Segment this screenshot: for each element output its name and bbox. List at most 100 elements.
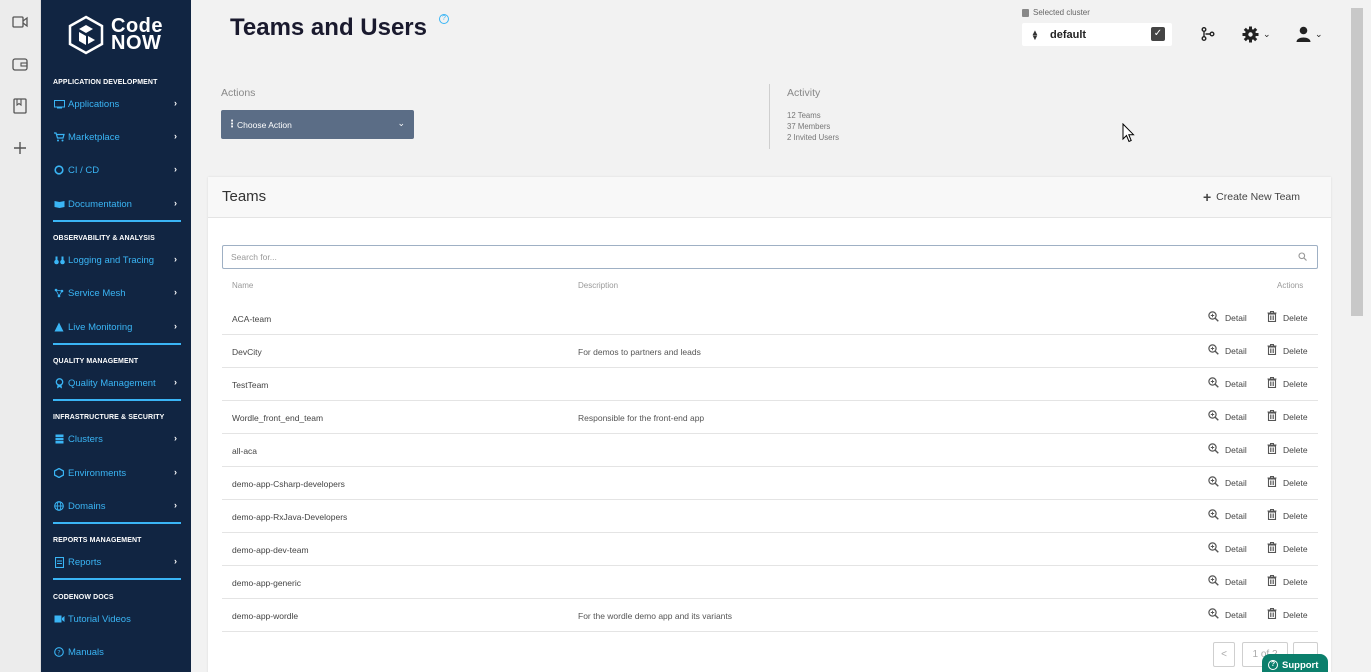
sidebar-item-environments[interactable]: Environments › [53, 465, 179, 481]
section-application-development: APPLICATION DEVELOPMENT [53, 79, 158, 86]
sidebar-item-logging-tracing[interactable]: Logging and Tracing › [53, 252, 179, 268]
search-input[interactable]: Search for... [222, 245, 1318, 269]
detail-label: Detail [1225, 477, 1247, 488]
panel-title: Teams [222, 188, 267, 205]
chevron-right-icon: › [174, 164, 177, 174]
detail-button[interactable]: Detail [1208, 311, 1247, 324]
checkbox-icon[interactable]: ✓ [1151, 27, 1165, 41]
table-row[interactable]: demo-app-RxJava-Developers Detail Delete [222, 500, 1318, 533]
sidebar-item-manuals[interactable]: ? Manuals [53, 644, 179, 660]
sidebar-item-domains[interactable]: Domains › [53, 498, 179, 514]
team-name: demo-app-wordle [232, 611, 299, 621]
sidebar: Code NOW APPLICATION DEVELOPMENT Applica… [41, 0, 191, 672]
detail-button[interactable]: Detail [1208, 575, 1247, 588]
chevron-right-icon: › [174, 98, 177, 108]
team-name: Wordle_front_end_team [232, 413, 324, 423]
sidebar-item-applications[interactable]: Applications › [53, 96, 179, 112]
delete-button[interactable]: Delete [1267, 509, 1308, 522]
scrollbar-thumb[interactable] [1351, 8, 1363, 316]
help-icon[interactable]: ? [439, 14, 449, 24]
sidebar-item-label: CI / CD [68, 164, 100, 176]
column-header-description[interactable]: Description [578, 281, 618, 290]
sidebar-item-live-monitoring[interactable]: Live Monitoring › [53, 319, 179, 335]
team-name: all-aca [232, 446, 258, 456]
table-row[interactable]: Wordle_front_end_team Responsible for the… [222, 401, 1318, 434]
sidebar-item-service-mesh[interactable]: Service Mesh › [53, 285, 179, 301]
column-header-name[interactable]: Name [232, 281, 253, 290]
create-new-team-button[interactable]: + Create New Team [1203, 190, 1300, 204]
trash-icon [1267, 575, 1283, 588]
detail-button[interactable]: Detail [1208, 377, 1247, 390]
team-name: DevCity [232, 347, 262, 357]
delete-button[interactable]: Delete [1267, 377, 1308, 390]
sidebar-item-tutorial-videos[interactable]: Tutorial Videos [53, 611, 179, 627]
team-name: TestTeam [232, 380, 269, 390]
chevron-right-icon: › [174, 287, 177, 297]
chevron-down-icon: ⌄ [1263, 28, 1271, 39]
detail-button[interactable]: Detail [1208, 542, 1247, 555]
user-icon [1296, 26, 1311, 42]
detail-button[interactable]: Detail [1208, 410, 1247, 423]
detail-button[interactable]: Detail [1208, 476, 1247, 489]
table-row[interactable]: DevCity For demos to partners and leads De… [222, 335, 1318, 368]
bookmark-book-icon[interactable] [11, 97, 29, 115]
sidebar-item-clusters[interactable]: Clusters › [53, 431, 179, 447]
delete-button[interactable]: Delete [1267, 311, 1308, 324]
table-row[interactable]: demo-app-Csharp-developers Detail Delete [222, 467, 1318, 500]
cluster-label: Selected cluster [1022, 8, 1090, 17]
plus-icon[interactable] [11, 139, 29, 157]
delete-button[interactable]: Delete [1267, 542, 1308, 555]
table-row[interactable]: demo-app-dev-team Detail Delete [222, 533, 1318, 566]
sidebar-item-marketplace[interactable]: Marketplace › [53, 129, 179, 145]
sidebar-item-reports[interactable]: Reports › [53, 554, 179, 570]
delete-button[interactable]: Delete [1267, 575, 1308, 588]
detail-label: Detail [1225, 378, 1247, 389]
delete-button[interactable]: Delete [1267, 443, 1308, 456]
detail-label: Detail [1225, 312, 1247, 323]
team-description: For the wordle demo app and its variants [578, 611, 733, 621]
magnify-icon [1208, 311, 1225, 324]
user-menu[interactable]: ⌄ [1296, 24, 1323, 44]
detail-button[interactable]: Detail [1208, 608, 1247, 621]
support-button[interactable]: ? Support [1262, 654, 1328, 672]
sidebar-item-label: Tutorial Videos [68, 613, 131, 625]
teams-panel: Teams + Create New Team Search for... Na… [208, 177, 1331, 672]
delete-label: Delete [1283, 411, 1308, 422]
trash-icon [1267, 542, 1283, 555]
table-row[interactable]: demo-app-wordle For the wordle demo app a… [222, 599, 1318, 632]
detail-button[interactable]: Detail [1208, 509, 1247, 522]
pagination-prev-button[interactable]: < [1213, 642, 1235, 667]
video-camera-icon[interactable] [11, 13, 29, 31]
codenow-logo-icon [68, 15, 104, 55]
chevron-right-icon: › [174, 467, 177, 477]
detail-label: Detail [1225, 510, 1247, 521]
scrollbar[interactable] [1349, 0, 1363, 672]
table-row[interactable]: demo-app-generic Detail Delete [222, 566, 1318, 599]
codenow-logo[interactable]: Code NOW [67, 14, 167, 56]
delete-button[interactable]: Delete [1267, 410, 1308, 423]
sidebar-item-label: Applications [68, 98, 120, 110]
choose-action-label: Choose Action [237, 119, 292, 130]
trash-icon [1267, 344, 1283, 357]
sidebar-item-label: Manuals [68, 646, 104, 658]
table-row[interactable]: ACA-team Detail Delete [222, 302, 1318, 335]
sidebar-item-quality-management[interactable]: Quality Management › [53, 375, 179, 391]
sidebar-item-documentation[interactable]: Documentation › [53, 196, 179, 212]
detail-button[interactable]: Detail [1208, 344, 1247, 357]
delete-button[interactable]: Delete [1267, 344, 1308, 357]
table-row[interactable]: all-aca Detail Delete [222, 434, 1318, 467]
detail-label: Detail [1225, 345, 1247, 356]
table-row[interactable]: TestTeam Detail Delete [222, 368, 1318, 401]
sidebar-item-cicd[interactable]: CI / CD › [53, 162, 179, 178]
git-branch-icon[interactable] [1201, 24, 1215, 44]
help-circle-icon: ? [53, 646, 65, 658]
delete-button[interactable]: Delete [1267, 608, 1308, 621]
wallet-icon[interactable] [11, 55, 29, 73]
settings-menu[interactable]: ⌄ [1242, 24, 1271, 44]
detail-button[interactable]: Detail [1208, 443, 1247, 456]
chevron-right-icon: › [174, 131, 177, 141]
choose-action-dropdown[interactable]: ⋮ Choose Action ⌄ [221, 110, 414, 139]
cluster-select[interactable]: ▲ ▼ default ✓ [1022, 23, 1172, 46]
delete-button[interactable]: Delete [1267, 476, 1308, 489]
sidebar-item-label: Marketplace [68, 131, 120, 143]
